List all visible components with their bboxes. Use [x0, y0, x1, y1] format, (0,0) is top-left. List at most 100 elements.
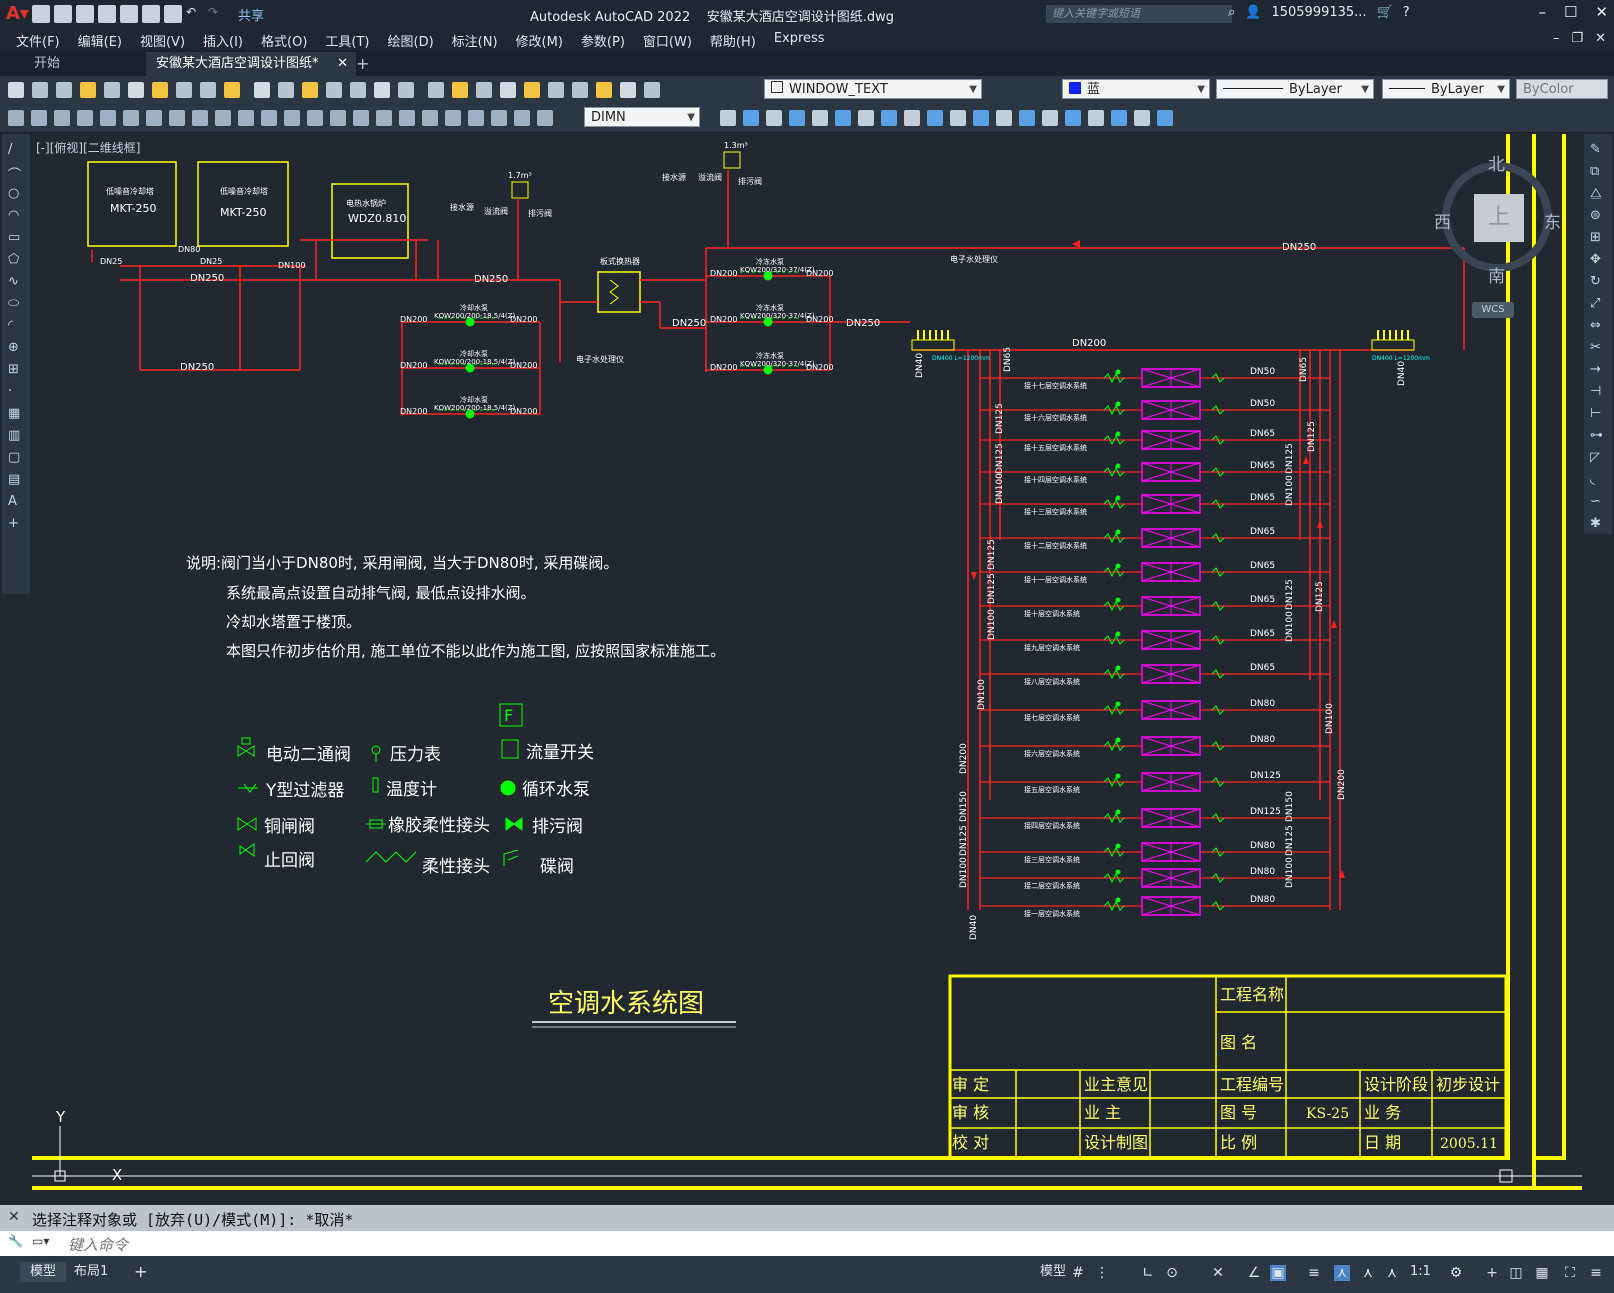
open-icon[interactable] — [54, 5, 72, 23]
break-icon[interactable]: ⊢ — [1590, 406, 1606, 421]
command-menu-icon[interactable]: ▭▾ — [32, 1234, 49, 1248]
compass-west[interactable]: 西 — [1434, 208, 1451, 233]
hardware-accel-icon[interactable]: ▦ — [1534, 1265, 1550, 1281]
publish-icon[interactable] — [128, 82, 144, 98]
menu-parametric[interactable]: 参数(P) — [581, 31, 625, 50]
modify-tool-15-icon[interactable] — [1065, 110, 1081, 126]
blend-icon[interactable]: ∽ — [1590, 494, 1606, 509]
fillet-icon[interactable]: ◟ — [1590, 472, 1606, 487]
mirror-icon[interactable]: ⧋ — [1590, 186, 1606, 201]
ellipse-arc-icon[interactable]: ◜ — [8, 318, 24, 333]
ortho-icon[interactable]: ∟ — [1140, 1265, 1156, 1281]
dim-tool-19-icon[interactable] — [445, 110, 461, 126]
share-button[interactable]: 共享 — [238, 5, 264, 24]
array-icon[interactable]: ⊞ — [1590, 230, 1606, 245]
modify-tool-10-icon[interactable] — [950, 110, 966, 126]
rectangle-icon[interactable]: ▭ — [8, 230, 24, 245]
modify-tool-13-icon[interactable] — [1019, 110, 1035, 126]
open-icon[interactable] — [32, 82, 48, 98]
dim-tool-17-icon[interactable] — [399, 110, 415, 126]
menu-format[interactable]: 格式(O) — [261, 31, 307, 50]
annotation-scale-icon[interactable]: ⋏ — [1384, 1265, 1400, 1281]
undo-icon[interactable]: ↶ — [186, 5, 204, 23]
grid-icon[interactable]: # — [1070, 1265, 1086, 1281]
stretch-icon[interactable]: ⇔ — [1590, 318, 1606, 333]
dim-tool-14-icon[interactable] — [330, 110, 346, 126]
plus-icon[interactable]: + — [1484, 1265, 1500, 1281]
modify-tool-17-icon[interactable] — [1111, 110, 1127, 126]
menu-express[interactable]: Express — [774, 31, 825, 50]
search-icon[interactable]: ⌕ — [1228, 5, 1235, 20]
polar-icon[interactable]: ⊙ — [1164, 1265, 1180, 1281]
offset-icon[interactable]: ⊜ — [1590, 208, 1606, 223]
undo-icon[interactable] — [254, 82, 270, 98]
move-icon[interactable]: ✥ — [1590, 252, 1606, 267]
close-icon[interactable]: ✕ — [8, 1209, 20, 1225]
layer-props-icon[interactable] — [572, 82, 588, 98]
menu-help[interactable]: 帮助(H) — [710, 31, 756, 50]
doc-close-button[interactable]: ✕ — [1595, 31, 1606, 46]
linetype-dropdown[interactable]: ByLayer ▼ — [1216, 79, 1374, 99]
modify-tool-4-icon[interactable] — [812, 110, 828, 126]
compass-north[interactable]: 北 — [1488, 150, 1505, 175]
add-selected-icon[interactable]: + — [8, 516, 24, 531]
paste-icon[interactable] — [200, 82, 216, 98]
modify-tool-19-icon[interactable] — [1157, 110, 1173, 126]
fullscreen-icon[interactable]: ⛶ — [1562, 1265, 1578, 1281]
dim-tool-7-icon[interactable] — [169, 110, 185, 126]
menu-modify[interactable]: 修改(M) — [516, 31, 563, 50]
circle-icon[interactable]: ○ — [8, 186, 24, 201]
annotation-visibility-icon[interactable]: ⋏ — [1334, 1265, 1350, 1281]
table-icon[interactable]: ▤ — [8, 472, 24, 487]
markup-icon[interactable] — [500, 82, 516, 98]
modify-tool-2-icon[interactable] — [766, 110, 782, 126]
zoom-realtime-icon[interactable] — [326, 82, 342, 98]
modify-tool-8-icon[interactable] — [904, 110, 920, 126]
modify-tool-7-icon[interactable] — [881, 110, 897, 126]
properties-icon[interactable] — [398, 82, 414, 98]
maximize-button[interactable]: ☐ — [1564, 3, 1577, 21]
modify-tool-1-icon[interactable] — [743, 110, 759, 126]
doc-restore-button[interactable]: ❐ — [1571, 31, 1583, 46]
compass-south[interactable]: 南 — [1488, 262, 1505, 287]
add-layout-button[interactable]: + — [124, 1262, 157, 1282]
tab-layout1[interactable]: 布局1 — [64, 1262, 118, 1282]
print-icon[interactable] — [164, 5, 182, 23]
auto-scale-icon[interactable]: ⋏ — [1360, 1265, 1376, 1281]
lineweight-dropdown[interactable]: ByLayer ▼ — [1382, 79, 1510, 99]
modify-tool-18-icon[interactable] — [1134, 110, 1150, 126]
dim-tool-9-icon[interactable] — [215, 110, 231, 126]
dim-tool-8-icon[interactable] — [192, 110, 208, 126]
dim-tool-5-icon[interactable] — [123, 110, 139, 126]
viewcube[interactable]: 上 北 南 东 西 — [1434, 150, 1564, 287]
minimize-button[interactable]: – — [1538, 3, 1546, 21]
search-input[interactable]: 键入关键字或短语 — [1046, 5, 1232, 23]
dim-tool-2-icon[interactable] — [54, 110, 70, 126]
scale-icon[interactable]: ⤢ — [1590, 296, 1606, 311]
dim-tool-12-icon[interactable] — [284, 110, 300, 126]
text-icon[interactable]: A — [8, 494, 24, 509]
selection-cycling-icon[interactable]: ▣ — [1270, 1265, 1286, 1281]
dim-tool-18-icon[interactable] — [422, 110, 438, 126]
dim-tool-16-icon[interactable] — [376, 110, 392, 126]
dim-tool-1-icon[interactable] — [31, 110, 47, 126]
menu-draw[interactable]: 绘图(D) — [388, 31, 434, 50]
snap-icon[interactable]: ⋮ — [1094, 1265, 1110, 1281]
tab-start[interactable]: 开始 — [24, 52, 70, 76]
rotate-icon[interactable]: ↻ — [1590, 274, 1606, 289]
doc-minimize-button[interactable]: – — [1553, 31, 1560, 46]
copy-icon[interactable] — [176, 82, 192, 98]
autocad-logo-icon[interactable]: A▾ — [6, 4, 29, 24]
dim-tool-3-icon[interactable] — [77, 110, 93, 126]
modify-tool-9-icon[interactable] — [927, 110, 943, 126]
command-input[interactable] — [66, 1234, 1610, 1255]
modify-tool-12-icon[interactable] — [996, 110, 1012, 126]
tab-document[interactable]: 安徽某大酒店空调设计图纸* ✕ — [146, 52, 356, 76]
tab-model[interactable]: 模型 — [20, 1262, 67, 1282]
new-icon[interactable] — [8, 82, 24, 98]
design-center-icon[interactable] — [428, 82, 444, 98]
modify-tool-3-icon[interactable] — [789, 110, 805, 126]
close-button[interactable]: ✕ — [1595, 3, 1608, 21]
menu-insert[interactable]: 插入(I) — [203, 31, 243, 50]
menu-view[interactable]: 视图(V) — [140, 31, 185, 50]
